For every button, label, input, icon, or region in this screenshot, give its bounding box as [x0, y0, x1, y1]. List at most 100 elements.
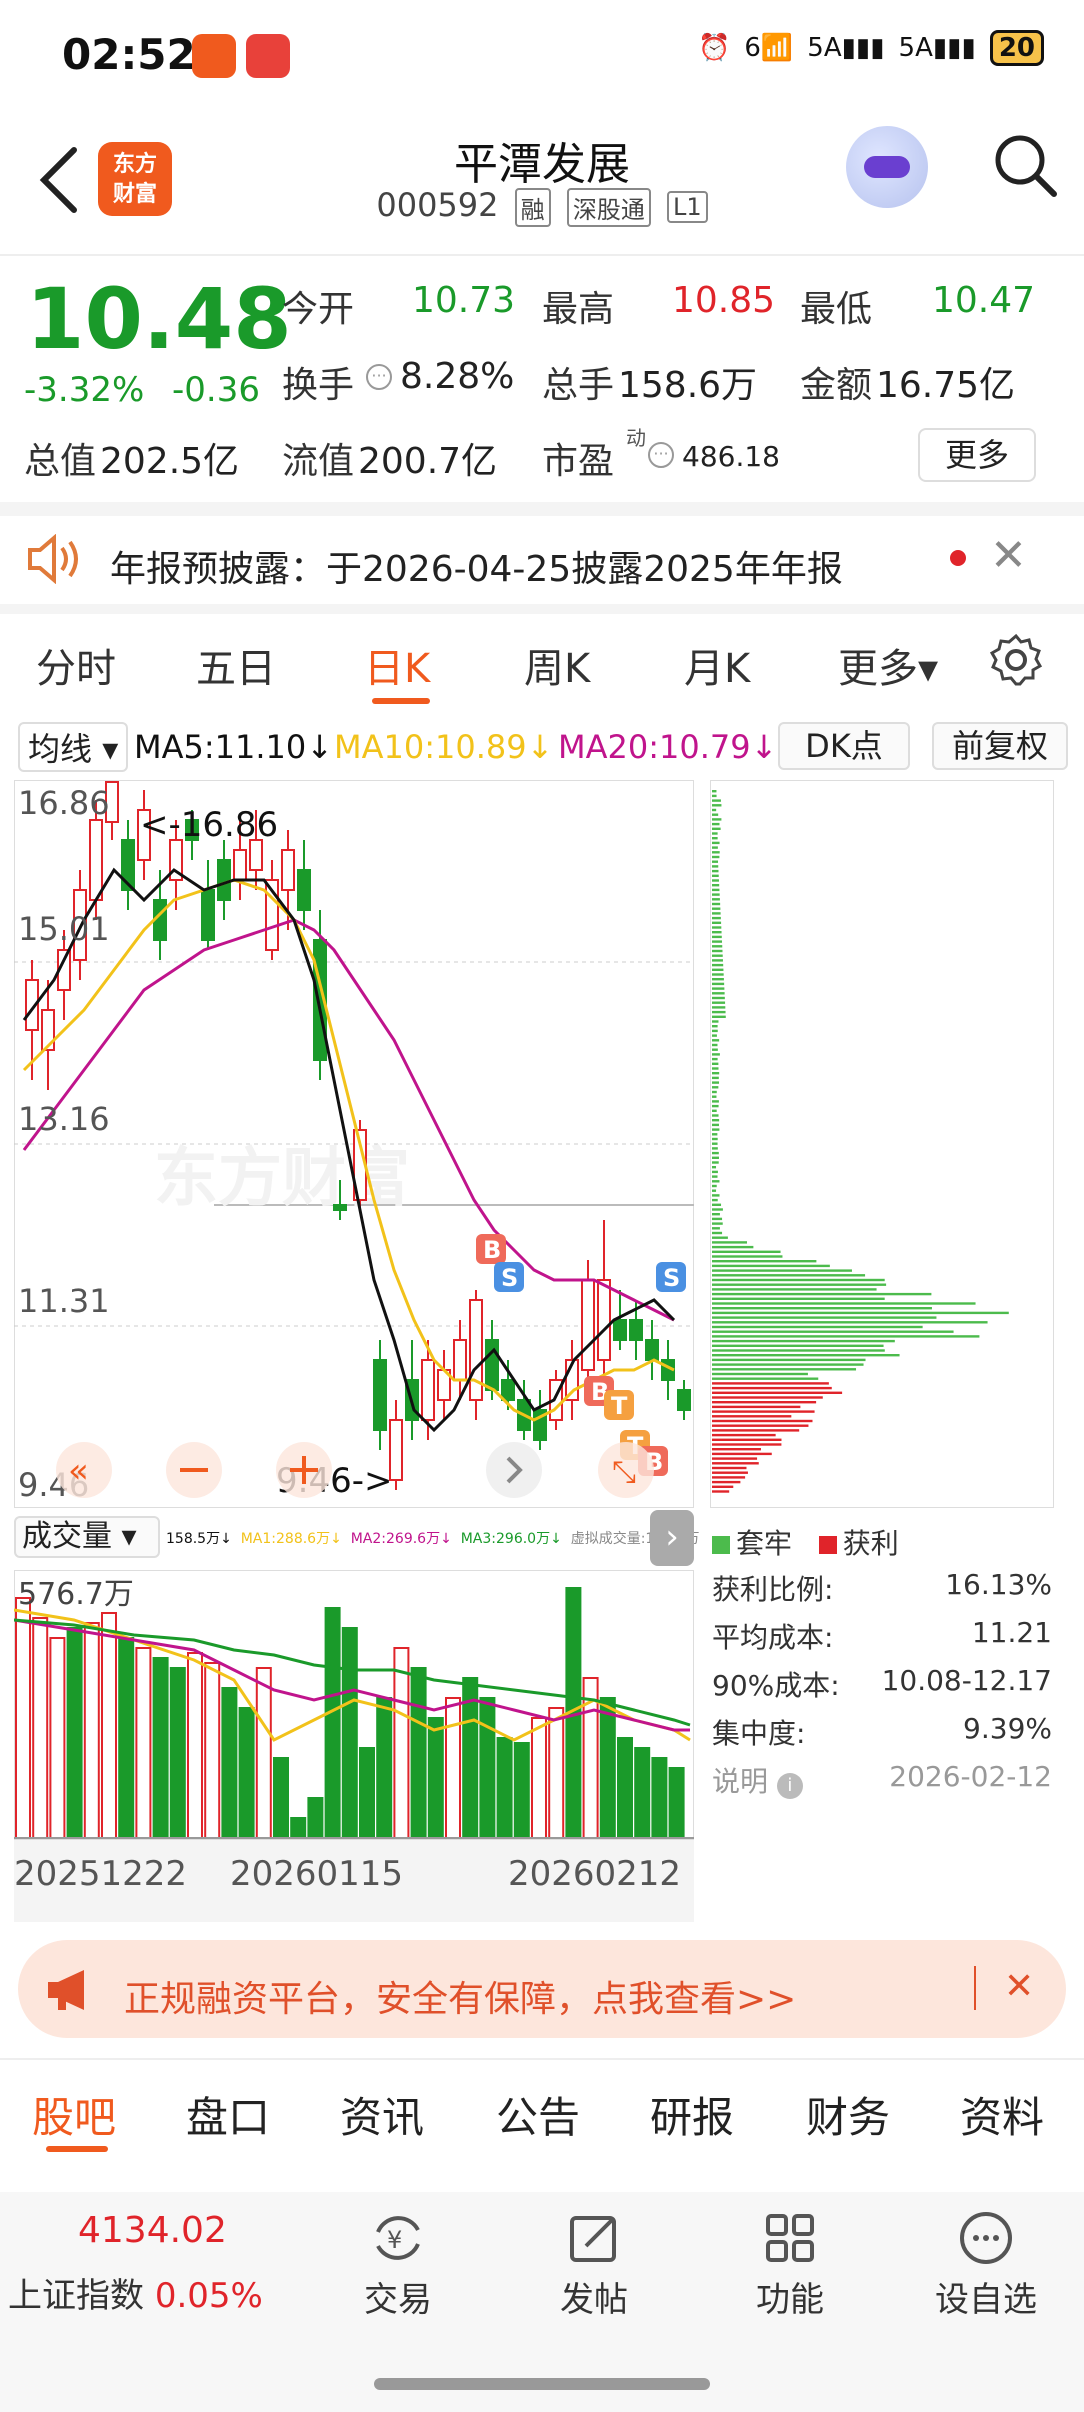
- chip-bar: [712, 842, 720, 844]
- volume-bar: [532, 1718, 546, 1838]
- chip-bar: [712, 969, 723, 971]
- close-icon[interactable]: ✕: [990, 530, 1027, 581]
- divider: [0, 2058, 1084, 2060]
- tab-news[interactable]: 资讯: [340, 2084, 424, 2145]
- chip-bar: [712, 879, 719, 881]
- chip-bar: [712, 1392, 842, 1394]
- tab-forum[interactable]: 股吧: [32, 2084, 116, 2145]
- tab-daily-k[interactable]: 日K: [364, 636, 430, 694]
- tab-weekly-k[interactable]: 周K: [524, 636, 590, 694]
- volume-bar: [618, 1738, 632, 1838]
- chip-bar: [712, 893, 720, 895]
- chip-bar: [712, 1161, 719, 1163]
- low-value: 10.47: [932, 280, 1035, 321]
- chip-bar: [712, 818, 721, 820]
- cost90-value: 10.08-12.17: [712, 1664, 1052, 1697]
- status-time: 02:52: [62, 30, 196, 79]
- chip-bar: [712, 1326, 923, 1328]
- chip-bar: [712, 997, 725, 999]
- info-icon[interactable]: ···: [366, 364, 392, 390]
- chip-bar: [712, 1490, 729, 1492]
- volume-bar: [171, 1668, 185, 1838]
- nav-functions[interactable]: 功能: [710, 2210, 870, 2321]
- chip-bar: [712, 922, 721, 924]
- tab-5day[interactable]: 五日: [196, 636, 276, 694]
- scroll-right-button[interactable]: [486, 1442, 542, 1498]
- more-button[interactable]: 更多: [918, 428, 1036, 482]
- pe-info-icon[interactable]: ···: [648, 442, 674, 468]
- chip-bar: [712, 1006, 725, 1008]
- section-gap: [0, 604, 1084, 614]
- chip-bar: [712, 804, 721, 806]
- nav-add-watchlist[interactable]: 设自选: [906, 2210, 1066, 2321]
- volume-chart[interactable]: 576.7万: [14, 1570, 694, 1840]
- ad-close-icon[interactable]: ✕: [1004, 1966, 1034, 2007]
- dk-point-button[interactable]: DK点: [778, 722, 910, 770]
- chip-bar: [712, 1128, 719, 1130]
- tab-monthly-k[interactable]: 月K: [684, 636, 750, 694]
- chip-bar: [712, 1373, 808, 1375]
- speaker-icon: [26, 534, 82, 584]
- assistant-avatar[interactable]: [846, 126, 928, 208]
- tab-profile[interactable]: 资料: [960, 2084, 1044, 2145]
- tag-level: L1: [667, 191, 708, 223]
- nav-trade[interactable]: ¥ 交易: [318, 2210, 478, 2321]
- chip-bar: [712, 1110, 717, 1112]
- expand-icon: ⤡: [612, 1455, 636, 1490]
- volume-bar: [68, 1628, 82, 1838]
- wifi-icon: 6📶: [744, 33, 793, 63]
- turnover-value: 8.28%: [400, 356, 514, 397]
- last-price: 10.48: [26, 270, 292, 368]
- nav-post[interactable]: 发帖: [514, 2210, 674, 2321]
- tab-orderbook[interactable]: 盘口: [186, 2084, 270, 2145]
- tab-research[interactable]: 研报: [650, 2084, 734, 2145]
- index-name[interactable]: 上证指数 0.05%: [8, 2268, 263, 2317]
- chip-bar: [712, 950, 722, 952]
- search-icon[interactable]: [990, 130, 1060, 200]
- pe-label: 市盈: [542, 432, 614, 484]
- tab-financials[interactable]: 财务: [806, 2084, 890, 2145]
- candle-body: [646, 1340, 658, 1360]
- date-label-3: 20260212: [508, 1854, 681, 1894]
- candle-body: [234, 850, 246, 880]
- notice-text[interactable]: 年报预披露：于2026-04-25披露2025年年报: [110, 540, 843, 592]
- candle-body: [486, 1340, 498, 1390]
- volume-bar: [412, 1668, 426, 1838]
- chip-bar: [712, 832, 718, 834]
- volume-bar: [446, 1698, 460, 1838]
- tab-announcements[interactable]: 公告: [496, 2084, 580, 2145]
- chip-bar: [712, 1443, 781, 1445]
- chip-bar: [712, 1448, 761, 1450]
- svg-text:¥: ¥: [387, 2226, 402, 2254]
- tab-intraday[interactable]: 分时: [36, 636, 116, 694]
- chip-bar: [712, 945, 722, 947]
- profit-ratio-value: 16.13%: [712, 1568, 1052, 1601]
- chip-bar: [712, 1091, 717, 1093]
- y-label-1: 16.86: [18, 784, 110, 822]
- chip-bar: [712, 1335, 979, 1337]
- adjust-button[interactable]: 前复权: [932, 722, 1068, 770]
- low-label: 最低: [800, 280, 872, 332]
- chip-bar: [712, 1481, 740, 1483]
- index-value[interactable]: 4134.02: [78, 2210, 227, 2251]
- kline-chart[interactable]: 东方财富 16.86 15.01 13.16 11.31 9.46 <-16.8…: [14, 780, 694, 1508]
- chip-bar: [712, 846, 718, 848]
- candle-body: [614, 1320, 626, 1340]
- chip-bar: [712, 1166, 716, 1168]
- chip-bar: [712, 1401, 816, 1403]
- expand-panel-button[interactable]: ›: [650, 1510, 694, 1566]
- ad-text[interactable]: 正规融资平台，安全有保障，点我查看>>: [124, 1970, 796, 2022]
- indicator-select[interactable]: 均线 ▾: [18, 722, 128, 772]
- chip-bar: [712, 1453, 772, 1455]
- settings-icon[interactable]: [988, 632, 1044, 688]
- chip-bar: [712, 1208, 723, 1210]
- chip-bar: [712, 1425, 808, 1427]
- chip-bar: [712, 940, 722, 942]
- float-label: 流值: [282, 432, 354, 484]
- volume-bar: [222, 1688, 236, 1838]
- tab-more[interactable]: 更多▾: [838, 636, 938, 694]
- chip-bar: [712, 1462, 759, 1464]
- chip-bar: [712, 1359, 866, 1361]
- chip-bar: [712, 1063, 718, 1065]
- volume-indicator-select[interactable]: 成交量 ▾: [14, 1516, 160, 1558]
